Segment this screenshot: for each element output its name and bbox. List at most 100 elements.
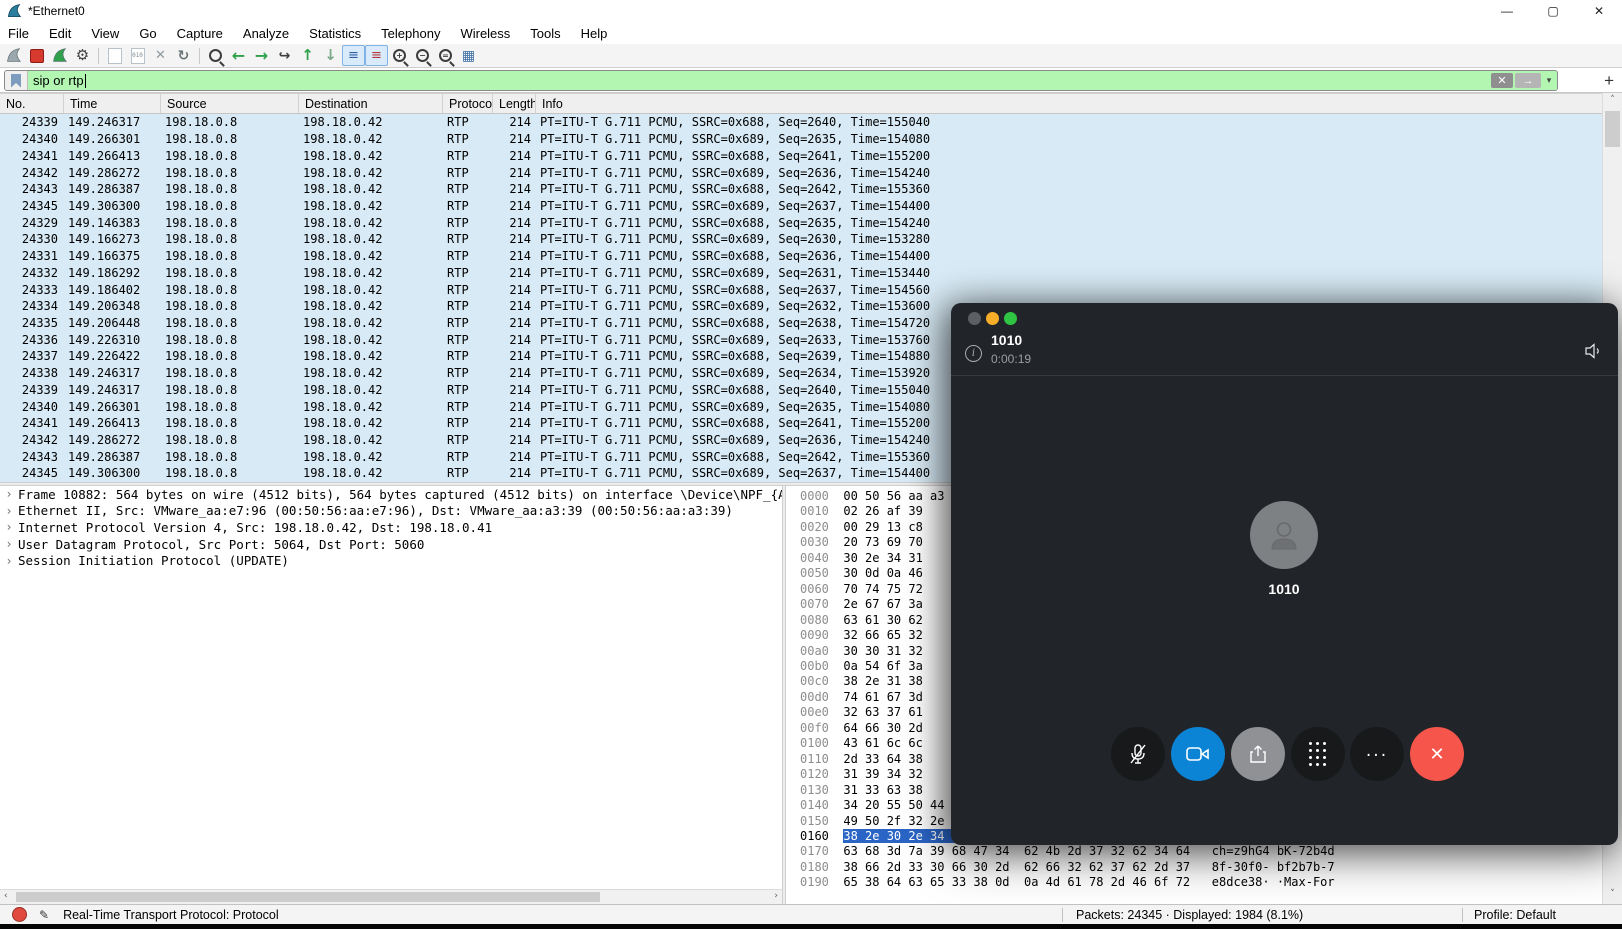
stop-capture-icon[interactable] <box>25 45 48 66</box>
menu-telephony[interactable]: Telephony <box>371 22 450 44</box>
traffic-light-close[interactable] <box>968 312 981 325</box>
packet-row[interactable]: 24332149.186292198.18.0.8198.18.0.42RTP2… <box>0 264 1602 281</box>
speaker-icon[interactable] <box>1584 343 1602 359</box>
status-divider <box>1062 908 1063 922</box>
menu-file[interactable]: File <box>0 22 39 44</box>
status-divider <box>1462 908 1463 922</box>
column-header-protocol[interactable]: Protocol <box>443 94 493 113</box>
restart-capture-icon[interactable] <box>48 45 71 66</box>
filter-bookmark-icon[interactable] <box>5 71 28 90</box>
filter-add-button[interactable]: + <box>1604 71 1614 91</box>
menu-help[interactable]: Help <box>571 22 618 44</box>
detail-text: Frame 10882: 564 bytes on wire (4512 bit… <box>18 487 782 502</box>
expander-icon[interactable]: › <box>0 554 18 568</box>
traffic-light-minimize[interactable] <box>986 312 999 325</box>
packet-row[interactable]: 24333149.186402198.18.0.8198.18.0.42RTP2… <box>0 281 1602 298</box>
menu-view[interactable]: View <box>81 22 129 44</box>
share-icon <box>1246 742 1270 766</box>
minimize-button[interactable]: — <box>1484 0 1530 22</box>
close-icon: ✕ <box>1429 744 1444 765</box>
go-forward-icon[interactable]: → <box>250 45 273 66</box>
close-file-icon[interactable]: ✕ <box>149 45 172 66</box>
scroll-down-icon[interactable]: ˅ <box>1603 889 1622 899</box>
maximize-button[interactable]: ▢ <box>1530 0 1576 22</box>
traffic-light-zoom[interactable] <box>1004 312 1017 325</box>
detail-tree-row[interactable]: ›Ethernet II, Src: VMware_aa:e7:96 (00:5… <box>0 503 782 520</box>
column-header-no[interactable]: No. <box>0 94 64 113</box>
video-button[interactable] <box>1171 727 1225 781</box>
expert-info-icon[interactable] <box>12 907 27 922</box>
go-to-packet-icon[interactable]: ↪ <box>273 45 296 66</box>
packet-row[interactable]: 24340149.266301198.18.0.8198.18.0.42RTP2… <box>0 131 1602 148</box>
toolbar-separator <box>98 48 99 64</box>
go-back-icon[interactable]: ← <box>227 45 250 66</box>
share-button[interactable] <box>1231 727 1285 781</box>
filter-apply-button[interactable]: → <box>1515 73 1541 88</box>
zoom-reset-icon[interactable]: = <box>434 45 457 66</box>
detail-tree-row[interactable]: ›Internet Protocol Version 4, Src: 198.1… <box>0 519 782 536</box>
find-packet-icon[interactable] <box>204 45 227 66</box>
hex-row[interactable]: 0170 63 68 3d 7a 39 68 47 34 62 4b 2d 37… <box>786 844 1602 859</box>
expander-icon[interactable]: › <box>0 537 18 551</box>
go-first-packet-icon[interactable]: ↑ <box>296 45 319 66</box>
colorize-icon[interactable]: ≡ <box>365 45 388 66</box>
column-header-info[interactable]: Info <box>536 94 1602 113</box>
details-horizontal-scrollbar[interactable]: ‹ › <box>0 889 782 904</box>
scroll-up-icon[interactable]: ˄ <box>1603 95 1622 105</box>
go-last-packet-icon[interactable]: ↓ <box>319 45 342 66</box>
more-button[interactable]: ... <box>1350 727 1404 781</box>
filter-clear-button[interactable]: ✕ <box>1491 73 1513 88</box>
save-file-icon[interactable]: 010 <box>126 45 149 66</box>
packet-row[interactable]: 24339149.246317198.18.0.8198.18.0.42RTP2… <box>0 114 1602 131</box>
reload-file-icon[interactable]: ↻ <box>172 45 195 66</box>
auto-scroll-icon[interactable]: ≡ <box>342 45 365 66</box>
menu-wireless[interactable]: Wireless <box>450 22 520 44</box>
column-header-destination[interactable]: Destination <box>299 94 443 113</box>
zoom-in-icon[interactable]: + <box>388 45 411 66</box>
menu-go[interactable]: Go <box>129 22 166 44</box>
resize-columns-icon[interactable]: ▦ <box>457 45 480 66</box>
menu-statistics[interactable]: Statistics <box>299 22 371 44</box>
hex-row[interactable]: 0190 65 38 64 63 65 33 38 0d 0a 4d 61 78… <box>786 875 1602 890</box>
profile-selector[interactable]: Profile: Default <box>1474 908 1556 922</box>
column-header-length[interactable]: Length <box>493 94 536 113</box>
menu-analyze[interactable]: Analyze <box>233 22 299 44</box>
filter-dropdown-icon[interactable]: ▾ <box>1543 73 1555 88</box>
keypad-button[interactable] <box>1291 727 1345 781</box>
packet-row[interactable]: 24330149.166273198.18.0.8198.18.0.42RTP2… <box>0 231 1602 248</box>
column-header-time[interactable]: Time <box>64 94 161 113</box>
packet-row[interactable]: 24342149.286272198.18.0.8198.18.0.42RTP2… <box>0 164 1602 181</box>
column-header-source[interactable]: Source <box>161 94 299 113</box>
expander-icon[interactable]: › <box>0 520 18 534</box>
hex-row[interactable]: 0180 38 66 2d 33 30 66 30 2d 62 66 32 62… <box>786 860 1602 875</box>
capture-comment-icon[interactable]: ✎ <box>39 908 49 922</box>
scrollbar-thumb[interactable] <box>16 892 600 902</box>
capture-options-icon[interactable]: ⚙ <box>71 45 94 66</box>
detail-tree-row[interactable]: ›User Datagram Protocol, Src Port: 5064,… <box>0 536 782 553</box>
close-button[interactable]: ✕ <box>1576 0 1622 22</box>
zoom-out-icon[interactable]: − <box>411 45 434 66</box>
expander-icon[interactable]: › <box>0 487 18 501</box>
scroll-right-icon[interactable]: › <box>774 891 778 901</box>
menu-tools[interactable]: Tools <box>520 22 570 44</box>
detail-tree-row[interactable]: ›Session Initiation Protocol (UPDATE) <box>0 552 782 569</box>
header-divider <box>951 375 1618 376</box>
packet-row[interactable]: 24341149.266413198.18.0.8198.18.0.42RTP2… <box>0 147 1602 164</box>
menu-capture[interactable]: Capture <box>167 22 233 44</box>
packet-row[interactable]: 24329149.146383198.18.0.8198.18.0.42RTP2… <box>0 214 1602 231</box>
end-call-button[interactable]: ✕ <box>1410 727 1464 781</box>
open-file-icon[interactable] <box>103 45 126 66</box>
scrollbar-thumb[interactable] <box>1605 111 1620 147</box>
expander-icon[interactable]: › <box>0 504 18 518</box>
mute-button[interactable] <box>1111 727 1165 781</box>
packet-row[interactable]: 24343149.286387198.18.0.8198.18.0.42RTP2… <box>0 181 1602 198</box>
menu-edit[interactable]: Edit <box>39 22 81 44</box>
display-filter-input[interactable]: sip or rtp <box>28 71 1489 90</box>
start-capture-icon[interactable] <box>2 45 25 66</box>
call-info-icon[interactable]: i <box>965 345 982 362</box>
packet-row[interactable]: 24331149.166375198.18.0.8198.18.0.42RTP2… <box>0 248 1602 265</box>
scroll-left-icon[interactable]: ‹ <box>4 891 8 901</box>
detail-tree-row[interactable]: ›Frame 10882: 564 bytes on wire (4512 bi… <box>0 486 782 503</box>
packet-row[interactable]: 24345149.306300198.18.0.8198.18.0.42RTP2… <box>0 198 1602 215</box>
toolbar-separator <box>199 48 200 64</box>
